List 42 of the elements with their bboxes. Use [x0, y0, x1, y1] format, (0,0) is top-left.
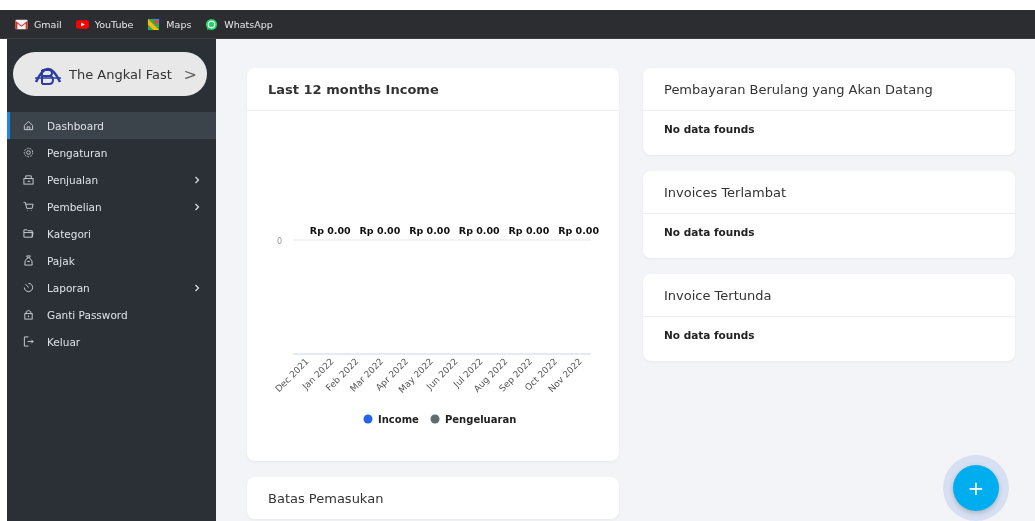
value-label: Rp 0.00 — [309, 225, 351, 236]
value-label: Rp 0.00 — [508, 225, 550, 236]
logout-icon — [23, 336, 34, 347]
bookmark[interactable]: Gmail — [15, 17, 62, 31]
gear-icon — [23, 147, 34, 158]
sidebar-item[interactable]: Pajak — [7, 247, 216, 274]
legend-label: Income — [378, 414, 419, 425]
sidebar-item[interactable]: Laporan — [7, 274, 216, 301]
bookmark[interactable]: WhatsApp — [205, 17, 273, 31]
axis-label: 0 — [277, 237, 283, 246]
card-title: Pembayaran Berulang yang Akan Datang — [664, 81, 933, 97]
lock-icon — [23, 309, 34, 320]
legend-label: Pengeluaran — [445, 414, 517, 425]
sidebar-item[interactable]: Keluar — [7, 328, 216, 355]
empty-message: No data founds — [664, 329, 755, 341]
empty-message: No data founds — [664, 123, 755, 135]
value-label: Rp 0.00 — [409, 225, 450, 236]
card-title: Last 12 months Income — [268, 81, 439, 97]
sidebar-item[interactable]: Pembelian — [7, 193, 216, 220]
bookmark[interactable]: Maps — [147, 17, 192, 31]
cart-icon — [23, 201, 34, 212]
play-icon — [75, 17, 89, 31]
sidebar-item[interactable]: Dashboard — [7, 112, 216, 139]
map-icon — [147, 17, 161, 31]
bookmark[interactable]: YouTube — [75, 17, 134, 31]
sidebar-item[interactable]: Pengaturan — [7, 139, 216, 166]
chat-icon — [205, 17, 219, 31]
home-icon — [23, 120, 34, 131]
value-label: Rp 0.00 — [558, 225, 599, 236]
value-label: Rp 0.00 — [458, 225, 500, 236]
sidebar-item[interactable]: Kategori — [7, 220, 216, 247]
card-title: Invoice Tertunda — [664, 287, 772, 303]
value-label: Rp 0.00 — [359, 225, 401, 236]
card-title: Batas Pemasukan — [268, 490, 384, 506]
empty-message: No data founds — [664, 226, 755, 238]
bag-icon — [23, 255, 34, 266]
card-title: Invoices Terlambat — [664, 184, 786, 200]
mail-icon — [15, 17, 28, 31]
brand-button[interactable]: The Angkal Fast > — [13, 52, 207, 96]
folder-icon — [23, 228, 34, 239]
sidebar-item[interactable]: Penjualan — [7, 166, 216, 193]
sidebar-item[interactable]: Ganti Password — [7, 301, 216, 328]
